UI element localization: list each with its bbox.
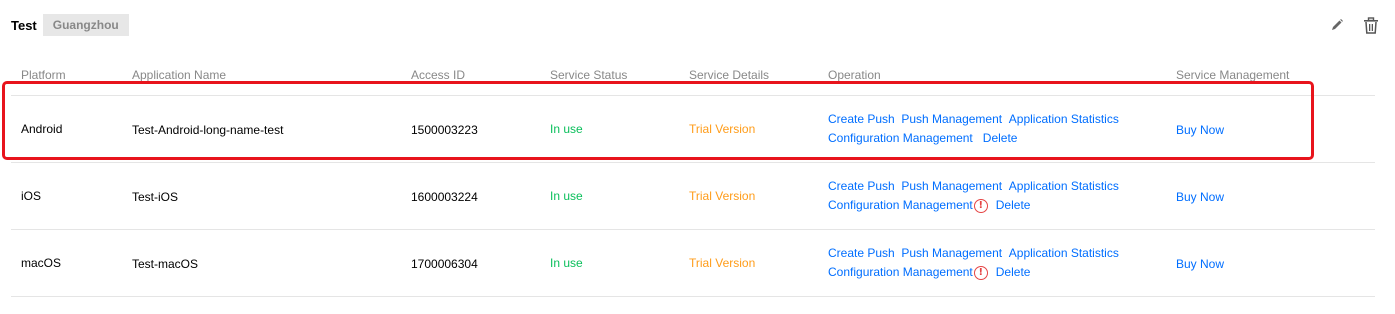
application-statistics-link[interactable]: Application Statistics	[1009, 110, 1119, 129]
platform-cell: macOS	[21, 256, 62, 270]
details-cell: Trial Version	[689, 122, 756, 136]
delete-link[interactable]: Delete	[996, 263, 1031, 282]
delete-link[interactable]: Delete	[983, 129, 1018, 148]
trash-icon[interactable]	[1361, 14, 1381, 36]
app-name-cell: Test-Android-long-name-test	[132, 123, 284, 137]
application-statistics-link[interactable]: Application Statistics	[1009, 244, 1119, 263]
details-cell: Trial Version	[689, 189, 756, 203]
details-cell: Trial Version	[689, 256, 756, 270]
configuration-management-link[interactable]: Configuration Management	[828, 129, 973, 148]
app-header: Test Guangzhou	[11, 14, 129, 36]
operation-links: Create Push Push Management Application …	[828, 244, 1119, 282]
exclamation-circle-icon[interactable]: !	[973, 198, 988, 213]
application-statistics-link[interactable]: Application Statistics	[1009, 177, 1119, 196]
column-header-platform: Platform	[21, 68, 66, 82]
column-header-operation: Operation	[828, 68, 881, 82]
divider	[11, 296, 1375, 297]
column-header-service-status: Service Status	[550, 68, 628, 82]
buy-now-link[interactable]: Buy Now	[1176, 257, 1224, 271]
divider	[11, 95, 1375, 96]
platform-cell: Android	[21, 122, 63, 136]
buy-now-link[interactable]: Buy Now	[1176, 190, 1224, 204]
operation-links: Create Push Push Management Application …	[828, 177, 1119, 215]
pencil-icon[interactable]	[1327, 14, 1347, 36]
status-cell: In use	[550, 122, 583, 136]
configuration-management-link[interactable]: Configuration Management	[828, 196, 973, 215]
create-push-link[interactable]: Create Push	[828, 177, 895, 196]
divider	[11, 229, 1375, 230]
column-header-access-id: Access ID	[411, 68, 466, 82]
divider	[11, 162, 1375, 163]
status-cell: In use	[550, 256, 583, 270]
app-name-cell: Test-iOS	[132, 190, 179, 204]
exclamation-circle-icon[interactable]: !	[973, 265, 988, 280]
buy-now-link[interactable]: Buy Now	[1176, 123, 1224, 137]
column-header-service-management: Service Management	[1176, 68, 1290, 82]
push-management-link[interactable]: Push Management	[901, 110, 1002, 129]
access-id-cell: 1700006304	[411, 257, 478, 271]
create-push-link[interactable]: Create Push	[828, 244, 895, 263]
delete-link[interactable]: Delete	[996, 196, 1031, 215]
create-push-link[interactable]: Create Push	[828, 110, 895, 129]
column-header-application-name: Application Name	[132, 68, 227, 82]
platform-cell: iOS	[21, 189, 42, 203]
configuration-management-link[interactable]: Configuration Management	[828, 263, 973, 282]
access-id-cell: 1500003223	[411, 123, 478, 137]
push-management-link[interactable]: Push Management	[901, 177, 1002, 196]
operation-links: Create Push Push Management Application …	[828, 110, 1119, 148]
status-cell: In use	[550, 189, 583, 203]
app-name-cell: Test-macOS	[132, 257, 199, 271]
column-header-service-details: Service Details	[689, 68, 770, 82]
header-actions	[1327, 14, 1381, 36]
access-id-cell: 1600003224	[411, 190, 478, 204]
region-badge: Guangzhou	[42, 14, 129, 36]
push-management-link[interactable]: Push Management	[901, 244, 1002, 263]
app-title: Test	[11, 17, 37, 33]
